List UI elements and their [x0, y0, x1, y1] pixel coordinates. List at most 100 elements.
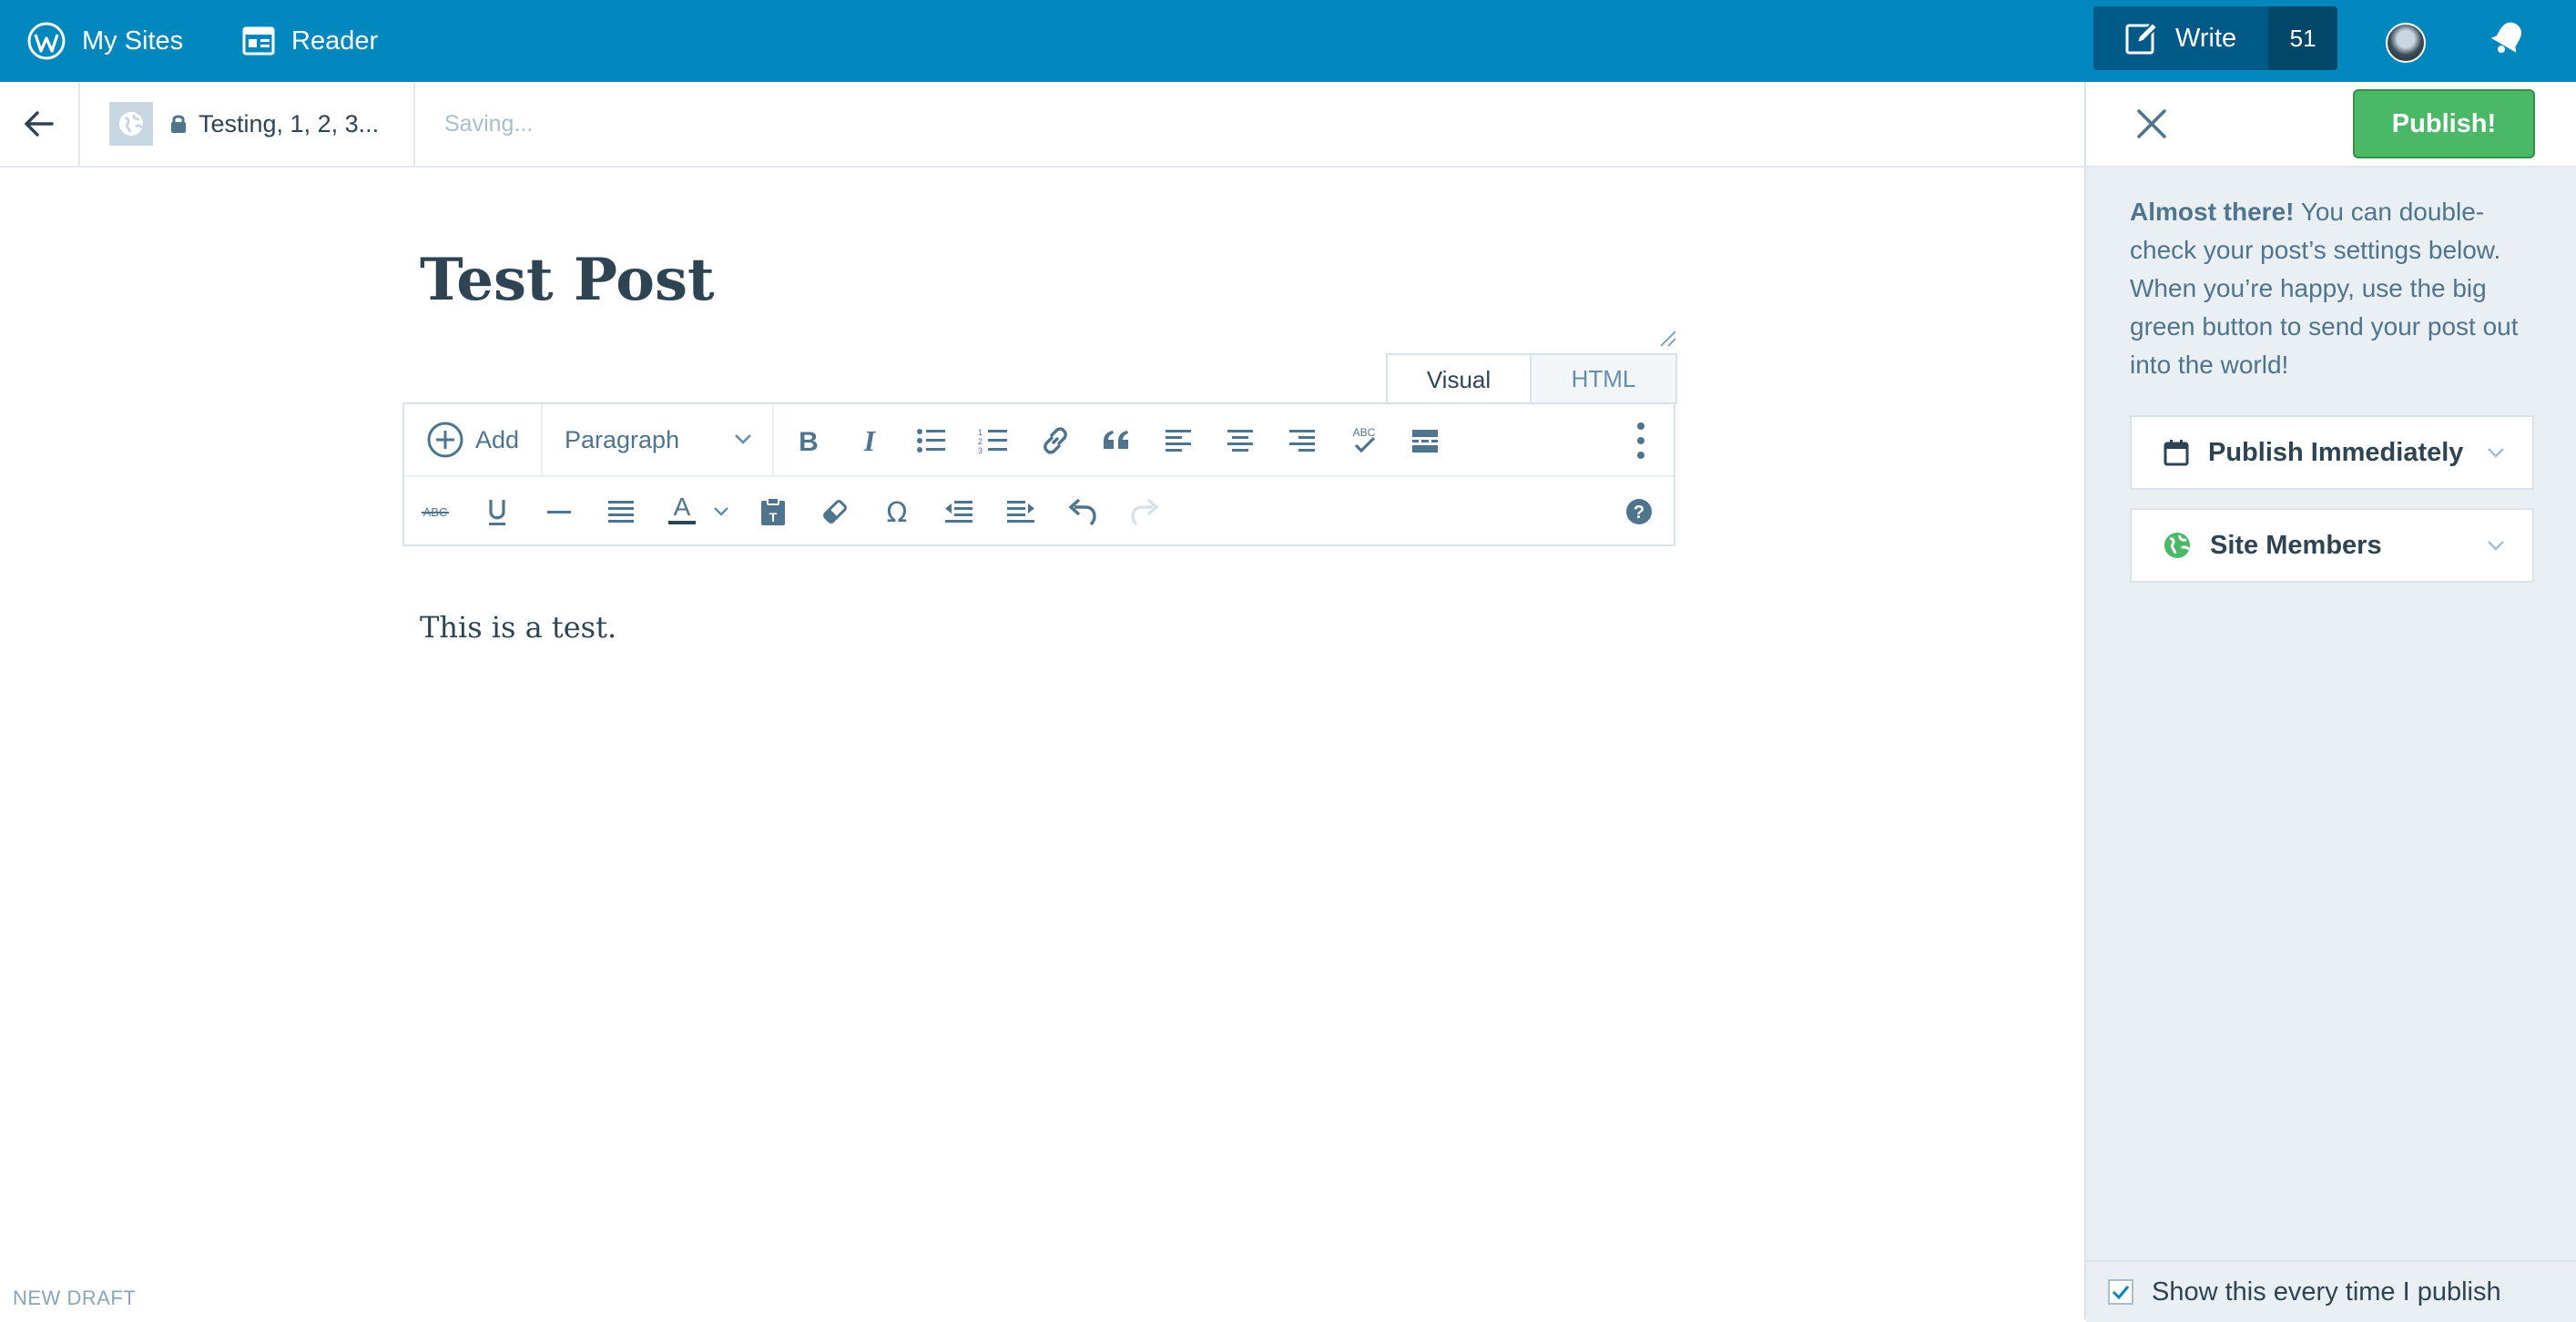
wordpress-logo-icon [27, 22, 66, 60]
blockquote-button[interactable] [1098, 422, 1135, 459]
read-more-button[interactable] [1407, 422, 1443, 459]
checkmark-icon [2112, 1286, 2130, 1300]
redo-button[interactable] [1126, 493, 1163, 530]
visibility-label: Site Members [2210, 530, 2382, 560]
align-left-button[interactable] [1160, 422, 1196, 459]
back-button[interactable] [0, 82, 80, 166]
visibility-dropdown[interactable]: Site Members [2130, 508, 2534, 583]
svg-text:B: B [799, 427, 819, 456]
indent-icon [1007, 501, 1034, 523]
chevron-down-icon [2488, 541, 2504, 551]
post-content[interactable]: This is a test. [420, 610, 616, 645]
link-icon [1044, 427, 1067, 454]
format-select[interactable]: Paragraph [565, 404, 679, 475]
align-left-icon [1166, 430, 1191, 452]
indent-button[interactable] [1003, 493, 1039, 530]
resize-handle-icon[interactable] [1657, 328, 1677, 348]
editor-header: Testing, 1, 2, 3... Saving... [0, 82, 2084, 168]
clear-formatting-button[interactable] [817, 493, 853, 530]
redo-icon [1131, 498, 1159, 526]
align-right-button[interactable] [1284, 422, 1320, 459]
chevron-down-icon [2488, 448, 2504, 458]
svg-text:I: I [863, 425, 877, 456]
close-sidebar-button[interactable] [2130, 102, 2174, 146]
align-right-icon [1289, 430, 1315, 452]
blockquote-icon [1104, 431, 1128, 449]
underline-button[interactable] [479, 493, 515, 530]
notifications-button[interactable] [2486, 16, 2530, 60]
italic-icon: I [863, 425, 877, 456]
special-character-icon: Ω [887, 497, 908, 526]
numbered-list-icon: 123 [978, 428, 1007, 454]
svg-text:Ω: Ω [887, 497, 908, 526]
help-button[interactable]: ? [1621, 493, 1657, 530]
calendar-icon [2164, 440, 2189, 466]
paste-text-button[interactable]: T [755, 493, 791, 530]
post-title[interactable]: Test Post [420, 246, 715, 314]
saving-status: Saving... [444, 110, 534, 137]
spellcheck-icon: ABC [1353, 426, 1376, 453]
toolbar-divider [772, 404, 774, 475]
write-group: Write 51 [2093, 6, 2338, 70]
numbered-list-button[interactable]: 123 [975, 422, 1012, 459]
strikethrough-icon: ABC [422, 505, 449, 519]
text-color-dropdown[interactable] [708, 493, 735, 530]
svg-text:A: A [674, 493, 691, 521]
clear-formatting-icon [823, 500, 847, 524]
site-selector[interactable]: Testing, 1, 2, 3... [80, 82, 415, 166]
write-label: Write [2175, 23, 2237, 53]
reader-link[interactable]: Reader [242, 0, 378, 82]
link-button[interactable] [1037, 422, 1074, 459]
tab-visual[interactable]: Visual [1386, 353, 1532, 404]
underline-icon [489, 500, 505, 525]
editor-mode-tabs: Visual HTML [1386, 353, 1677, 404]
site-name: Testing, 1, 2, 3... [199, 109, 380, 137]
add-label: Add [475, 425, 520, 453]
editor-toolbar: Add Paragraph B I 123 ABC ABC A T Ω ? [402, 402, 1675, 546]
svg-text:3: 3 [978, 446, 983, 454]
lock-icon [171, 115, 186, 133]
text-color-button[interactable]: A [664, 492, 700, 528]
globe-icon [2164, 533, 2190, 558]
horizontal-rule-button[interactable] [541, 493, 577, 530]
undo-button[interactable] [1064, 493, 1101, 530]
bold-button[interactable]: B [790, 422, 827, 459]
notifications-bell-icon [2490, 22, 2521, 54]
bullet-list-button[interactable] [913, 422, 950, 459]
chevron-down-icon [714, 507, 728, 516]
outdent-button[interactable] [941, 493, 977, 530]
reader-label: Reader [291, 25, 379, 56]
svg-text:ABC: ABC [1353, 426, 1376, 439]
read-more-icon [1412, 430, 1438, 453]
special-character-button[interactable]: Ω [879, 493, 915, 530]
help-icon: ? [1626, 499, 1652, 524]
show-every-time-checkbox[interactable] [2108, 1279, 2133, 1305]
arrow-left-icon [25, 111, 54, 137]
edit-pencil-icon [2125, 21, 2159, 55]
bullet-list-icon [917, 429, 945, 453]
align-center-icon [1227, 430, 1253, 452]
justify-button[interactable] [603, 493, 639, 530]
publish-button[interactable]: Publish! [2353, 89, 2535, 158]
italic-button[interactable]: I [851, 422, 888, 459]
strikethrough-button[interactable]: ABC [417, 493, 453, 530]
chevron-down-icon [735, 434, 751, 444]
site-icon [109, 102, 153, 146]
horizontal-rule-icon [547, 511, 571, 514]
more-options-button[interactable] [1623, 422, 1659, 459]
write-button[interactable]: Write [2093, 6, 2269, 70]
schedule-dropdown[interactable]: Publish Immediately [2130, 415, 2534, 490]
toolbar-row-1: Add Paragraph B I 123 ABC [404, 404, 1674, 477]
spellcheck-button[interactable]: ABC [1346, 422, 1382, 459]
outdent-icon [945, 501, 972, 523]
sidebar-header: Publish! [2086, 82, 2576, 168]
reader-icon [242, 26, 275, 56]
add-media-button[interactable]: Add [426, 404, 519, 475]
show-every-time-row: Show this every time I publish [2086, 1260, 2576, 1322]
drafts-count-button[interactable]: 51 [2268, 6, 2338, 70]
align-center-button[interactable] [1222, 422, 1258, 459]
paste-text-icon: T [761, 497, 785, 525]
my-sites-link[interactable]: My Sites [27, 0, 183, 82]
tab-html[interactable]: HTML [1532, 353, 1677, 404]
avatar[interactable] [2386, 23, 2426, 63]
